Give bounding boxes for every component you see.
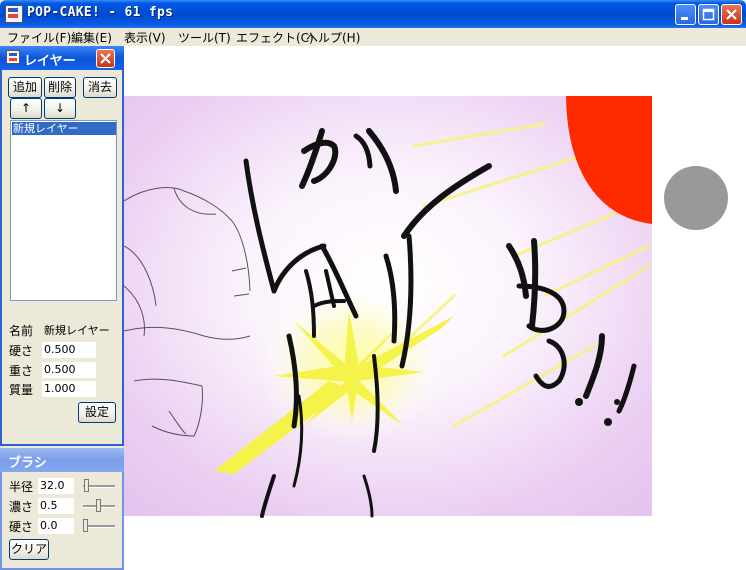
- clear-layer-button[interactable]: 消去: [83, 77, 117, 98]
- panel-app-icon: [6, 50, 20, 64]
- minimize-button[interactable]: [675, 4, 696, 25]
- menu-tools[interactable]: ツール(T): [178, 29, 231, 46]
- menu-edit[interactable]: 編集(E): [71, 29, 112, 46]
- layer-list[interactable]: 新規レイヤー: [10, 120, 117, 301]
- name-label: 名前: [9, 324, 34, 338]
- radius-slider[interactable]: [83, 479, 115, 493]
- brush-panel-title: ブラシ: [8, 456, 47, 471]
- layer-panel-title: レイヤー: [24, 54, 76, 69]
- brush-panel-titlebar[interactable]: ブラシ: [0, 448, 124, 472]
- layer-panel-titlebar[interactable]: レイヤー: [0, 46, 124, 70]
- weight-label: 重さ: [9, 364, 34, 378]
- close-icon: [100, 53, 111, 64]
- window-title: POP-CAKE! - 61 fps: [27, 5, 174, 20]
- move-layer-up-button[interactable]: ↑: [10, 98, 42, 119]
- canvas-artwork: [124, 96, 652, 518]
- brush-hardness-label: 硬さ: [9, 520, 34, 534]
- density-field[interactable]: 0.5: [38, 498, 74, 514]
- minimize-icon: [681, 17, 688, 20]
- brush-hardness-field[interactable]: 0.0: [38, 518, 74, 534]
- hardness-label: 硬さ: [9, 344, 34, 358]
- delete-layer-button[interactable]: 削除: [44, 77, 76, 98]
- settings-button[interactable]: 設定: [78, 402, 116, 423]
- layer-panel-close-button[interactable]: [96, 49, 115, 68]
- radius-slider-thumb[interactable]: [84, 479, 89, 492]
- menu-bar: ファイル(F) 編集(E) 表示(V) ツール(T) エフェクト(C) ヘルプ(…: [0, 28, 746, 46]
- brush-clear-button[interactable]: クリア: [9, 539, 49, 560]
- close-button[interactable]: [721, 4, 742, 25]
- brush-cursor: [664, 166, 728, 230]
- radius-field[interactable]: 32.0: [38, 478, 74, 494]
- title-bar: POP-CAKE! - 61 fps: [0, 0, 746, 28]
- maximize-icon: [702, 8, 715, 21]
- brush-hardness-slider-thumb[interactable]: [83, 519, 88, 532]
- add-layer-button[interactable]: 追加: [8, 77, 42, 98]
- pop-cake-app-icon[interactable]: [5, 5, 23, 23]
- hardness-field[interactable]: 0.500: [42, 342, 96, 358]
- mass-label: 質量: [9, 383, 34, 397]
- brush-panel: ブラシ 半径 32.0 濃さ 0.5 硬さ 0.0 クリア: [0, 448, 124, 570]
- density-label: 濃さ: [9, 500, 34, 514]
- weight-field[interactable]: 0.500: [42, 362, 96, 378]
- density-slider-thumb[interactable]: [96, 499, 101, 512]
- layer-panel: レイヤー 追加 削除 消去 ↑ ↓ 新規レイヤー 名前 新規レイヤー 硬さ 0.…: [0, 46, 124, 446]
- move-layer-down-button[interactable]: ↓: [44, 98, 76, 119]
- menu-effects[interactable]: エフェクト(C): [236, 29, 314, 46]
- mass-field[interactable]: 1.000: [42, 381, 96, 397]
- menu-file[interactable]: ファイル(F): [7, 29, 71, 46]
- menu-view[interactable]: 表示(V): [124, 29, 166, 46]
- close-icon: [726, 9, 737, 20]
- menu-help[interactable]: ヘルプ(H): [306, 29, 360, 46]
- layer-list-item[interactable]: 新規レイヤー: [12, 122, 116, 135]
- brush-hardness-slider[interactable]: [83, 519, 115, 533]
- name-value[interactable]: 新規レイヤー: [44, 322, 110, 338]
- drawing-canvas[interactable]: [124, 46, 746, 570]
- maximize-button[interactable]: [698, 4, 719, 25]
- radius-label: 半径: [9, 480, 34, 494]
- density-slider[interactable]: [83, 499, 115, 513]
